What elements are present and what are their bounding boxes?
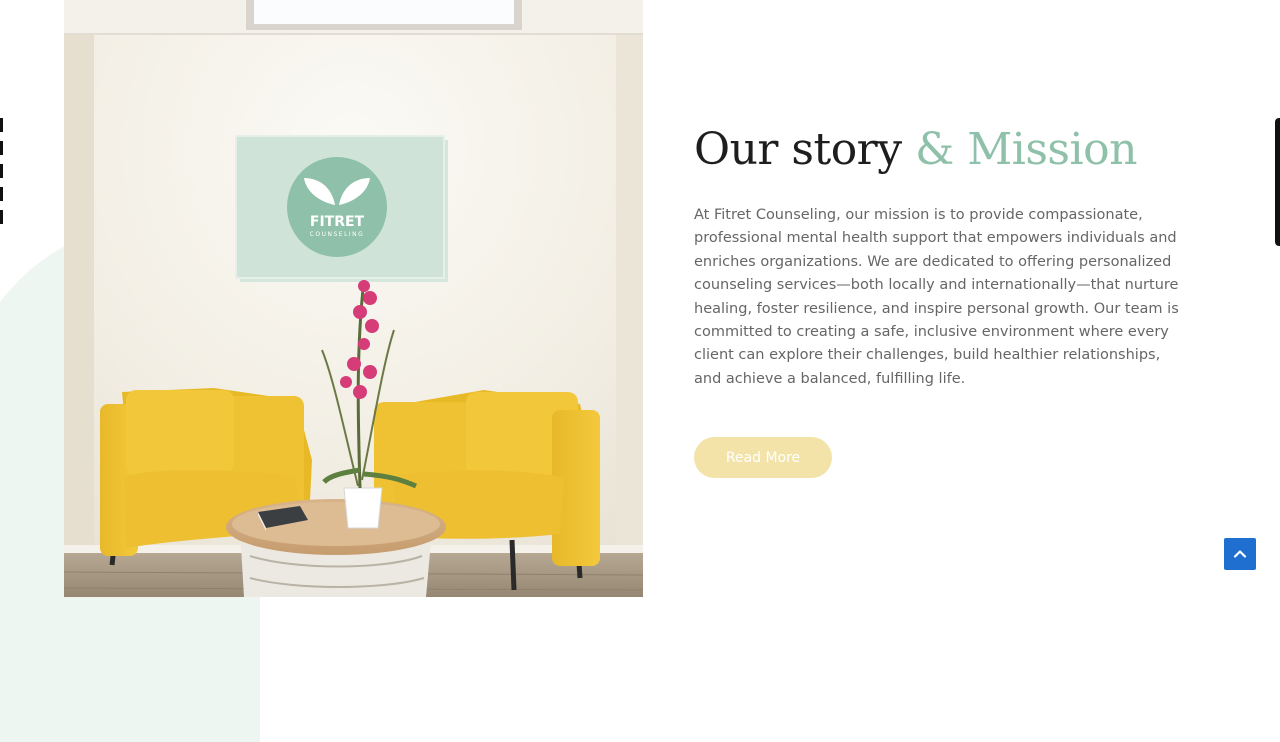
left-edge-tabs — [0, 118, 3, 246]
edge-tab — [0, 164, 3, 178]
story-section: Our story & Mission At Fitret Counseling… — [694, 122, 1194, 479]
read-more-button[interactable]: Read More — [694, 437, 832, 479]
mission-description: At Fitret Counseling, our mission is to … — [694, 207, 1179, 387]
scroll-to-top-button[interactable] — [1224, 538, 1256, 570]
edge-tab — [0, 141, 3, 155]
svg-text:COUNSELING: COUNSELING — [310, 231, 365, 238]
office-photo: FITRET COUNSELING — [64, 0, 643, 597]
edge-tab — [0, 210, 3, 224]
right-edge-tab — [1275, 118, 1280, 246]
edge-tab — [0, 187, 3, 201]
edge-tab — [0, 118, 3, 132]
title-main: Our story — [694, 124, 902, 175]
title-accent: & Mission — [915, 124, 1137, 175]
page-title: Our story & Mission — [694, 122, 1194, 178]
svg-text:FITRET: FITRET — [310, 214, 365, 230]
counseling-room-illustration: FITRET COUNSELING — [64, 0, 643, 597]
chevron-up-icon — [1233, 550, 1247, 558]
